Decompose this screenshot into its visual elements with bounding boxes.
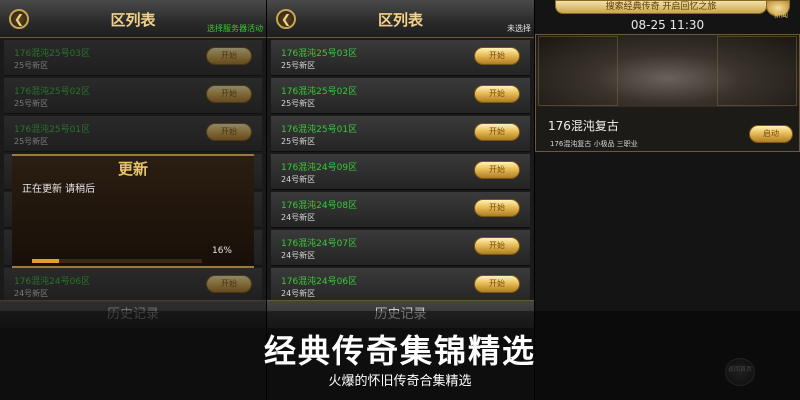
server-row[interactable]: 176混沌25号03区 25号新区 开始 [271,40,530,76]
server-name: 176混沌24号06区 [14,277,91,287]
middle-header-status: 未选择 [507,24,531,33]
game-artwork [536,35,799,107]
server-row[interactable]: 176混沌24号06区 24号新区 开始 [4,268,262,304]
art-frame-left [538,36,618,106]
server-row[interactable]: 176混沌25号02区 25号新区 开始 [271,78,530,114]
start-button[interactable]: 开始 [206,47,252,65]
start-button[interactable]: 开始 [474,275,520,293]
server-subtitle: 24号新区 [281,251,316,260]
start-button[interactable]: 开始 [474,85,520,103]
start-button[interactable]: 开始 [474,47,520,65]
server-name: 176混沌24号07区 [281,239,358,249]
caption-title: 经典传奇集锦精选 [263,332,536,370]
left-header-status: 选择服务器活动 [207,24,263,33]
left-header: ❮ 区列表 选择服务器活动 [0,0,266,38]
server-name: 176混沌25号03区 [14,49,91,59]
start-button[interactable]: 开始 [474,199,520,217]
server-row[interactable]: 176混沌24号07区 24号新区 开始 [271,230,530,266]
update-progress-track [32,259,202,263]
server-subtitle: 25号新区 [14,99,49,108]
update-dialog: 更新 正在更新 请稍后 16% [12,154,254,268]
server-name: 176混沌24号06区 [281,277,358,287]
middle-header: ❮ 区列表 未选择 [267,0,534,38]
middle-header-title: 区列表 [377,11,423,29]
server-name: 176混沌25号03区 [281,49,358,59]
start-button[interactable]: 开始 [206,275,252,293]
server-subtitle: 24号新区 [281,175,316,184]
server-name: 176混沌25号01区 [14,125,91,135]
art-frame-right [717,36,797,106]
search-banner[interactable]: 搜索经典传奇 开启回忆之旅 [555,0,767,14]
start-button[interactable]: 开始 [474,161,520,179]
update-progress-fill [32,259,60,263]
start-button[interactable]: 开始 [474,237,520,255]
server-subtitle: 25号新区 [281,137,316,146]
server-subtitle: 25号新区 [14,61,49,70]
update-progress-label: 16% [211,246,232,256]
server-name: 176混沌24号09区 [281,163,358,173]
server-name: 176混沌25号01区 [281,125,358,135]
start-button[interactable]: 开始 [206,85,252,103]
server-subtitle: 25号新区 [14,137,49,146]
server-subtitle: 25号新区 [281,99,316,108]
server-name: 176混沌25号02区 [14,87,91,97]
server-name: 176混沌25号02区 [281,87,358,97]
start-button[interactable]: 开始 [474,123,520,141]
server-row[interactable]: 176混沌25号03区 25号新区 开始 [4,40,262,76]
game-card[interactable]: 176混沌复古 176混沌复古 小极品 三职业 启动 [535,34,800,152]
game-tags: 176混沌复古 小极品 三职业 [550,140,638,148]
server-row[interactable]: 176混沌24号08区 24号新区 开始 [271,192,530,228]
launch-button[interactable]: 启动 [749,125,793,143]
server-subtitle: 25号新区 [281,61,316,70]
datetime: 08-25 11:30 [630,18,705,32]
server-subtitle: 24号新区 [281,289,316,298]
server-row[interactable]: 176混沌25号01区 25号新区 开始 [271,116,530,152]
game-name: 176混沌复古 [548,119,619,133]
server-name: 176混沌24号08区 [281,201,358,211]
update-dialog-message: 正在更新 请稍后 [22,184,96,195]
server-row[interactable]: 176混沌24号06区 24号新区 开始 [271,268,530,304]
server-subtitle: 24号新区 [14,289,49,298]
server-row[interactable]: 176混沌25号01区 25号新区 开始 [4,116,262,152]
server-row[interactable]: 176混沌24号09区 24号新区 开始 [271,154,530,190]
caption-subtitle: 火爆的怀旧传奇合集精选 [328,374,472,389]
server-row[interactable]: 176混沌25号02区 25号新区 开始 [4,78,262,114]
server-subtitle: 24号新区 [281,213,316,222]
start-button[interactable]: 开始 [206,123,252,141]
update-dialog-title: 更新 [117,160,148,178]
